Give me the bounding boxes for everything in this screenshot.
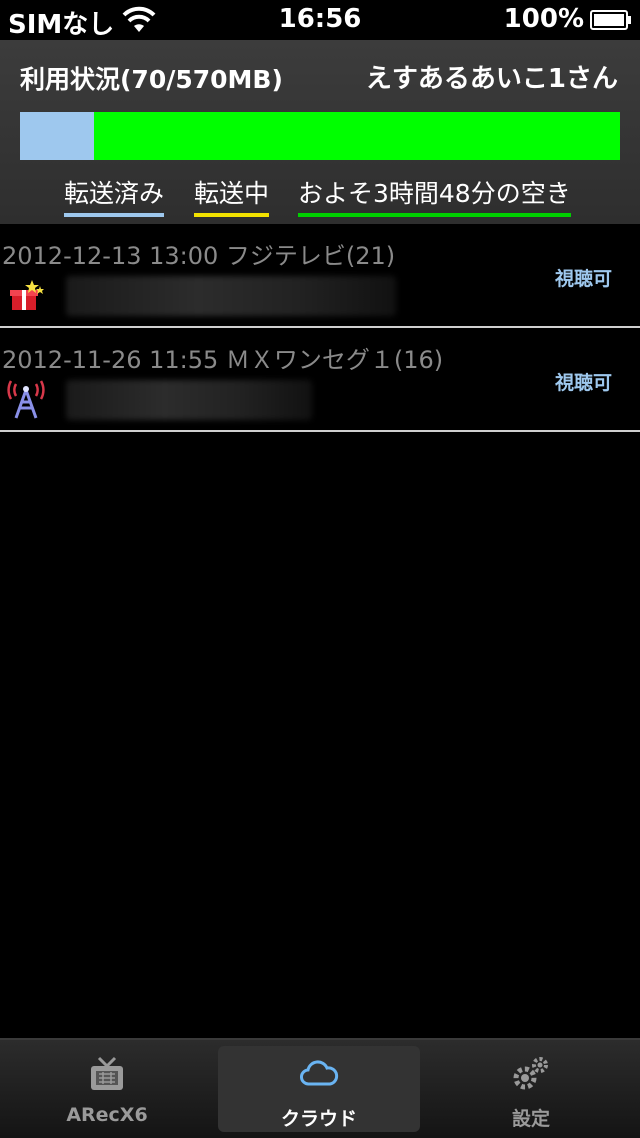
tab-bar: ARecX6 クラウド 設定 (0, 1038, 640, 1138)
recording-meta: 2012-11-26 11:55 ＭＸワンセグ１(16) (2, 346, 444, 374)
legend-transferred: 転送済み (64, 174, 165, 217)
recording-title-blurred (66, 380, 312, 420)
tab-label: クラウド (280, 1108, 357, 1130)
legend-transferring: 転送中 (194, 174, 270, 217)
usage-panel: 利用状況(70/570MB) えすあるあいこ1さん 転送済み 転送中 およそ3時… (0, 40, 640, 224)
usage-bar-transferred (20, 112, 94, 160)
tab-cloud[interactable]: クラウド (218, 1046, 420, 1132)
gears-icon (513, 1057, 548, 1090)
status-bar: SIMなし 16:56 100% (0, 0, 640, 40)
antenna-tower-icon (7, 380, 45, 419)
usage-bar (20, 112, 620, 160)
list-item[interactable]: 2012-12-13 13:00 フジテレビ(21) 視聴可 (0, 224, 640, 328)
tab-settings[interactable]: 設定 (430, 1046, 632, 1132)
usage-title: 利用状況(70/570MB) (20, 65, 283, 94)
tv-icon (91, 1056, 123, 1090)
watchable-status: 視聴可 (554, 268, 612, 290)
tab-arecx6[interactable]: ARecX6 (6, 1046, 208, 1132)
gift-box-icon (10, 280, 44, 310)
list-item[interactable]: 2012-11-26 11:55 ＭＸワンセグ１(16) 視聴可 (0, 328, 640, 432)
legend-free-space: およそ3時間48分の空き (298, 174, 571, 217)
tab-label: 設定 (511, 1108, 550, 1130)
battery-percentage: 100% (503, 4, 584, 34)
battery-icon (590, 10, 631, 30)
tab-label: ARecX6 (66, 1104, 148, 1126)
watchable-status: 視聴可 (554, 372, 612, 394)
cloud-icon (300, 1060, 339, 1086)
recording-title-blurred (66, 276, 396, 316)
recording-meta: 2012-12-13 13:00 フジテレビ(21) (2, 242, 396, 270)
user-name: えすあるあいこ1さん (365, 64, 618, 94)
